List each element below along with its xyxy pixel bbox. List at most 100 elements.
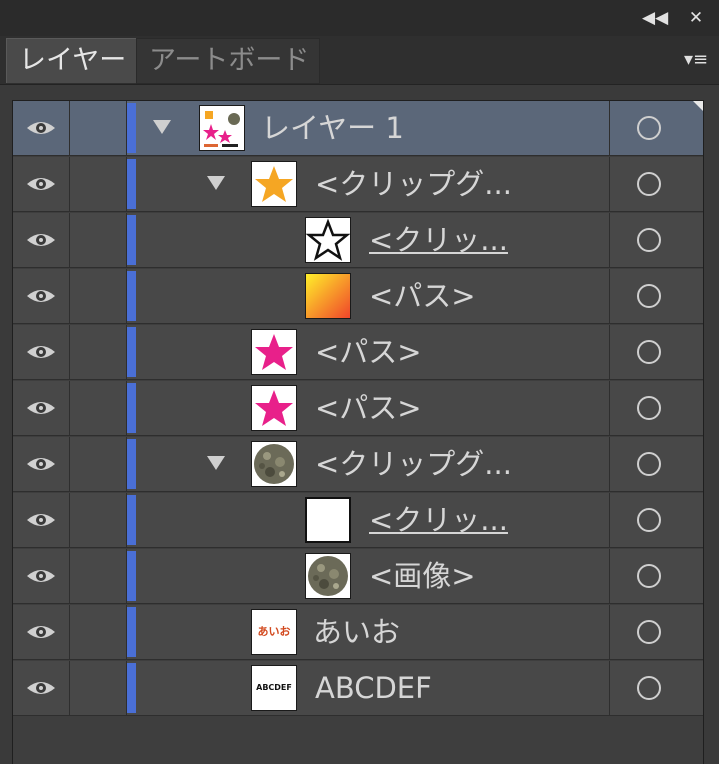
layer-name-cell[interactable]: あいお あいお [139,605,610,659]
target-circle-icon[interactable] [637,284,661,308]
lock-toggle[interactable] [70,661,127,715]
layer-name-cell[interactable]: <クリッ... [139,213,610,267]
white-rect-thumb [305,497,351,543]
expand-triangle-icon[interactable] [207,456,225,470]
visibility-toggle[interactable] [13,325,70,379]
layer-row[interactable]: <クリッ... [13,493,703,548]
eye-icon [27,682,55,694]
close-panel-icon[interactable]: ✕ [684,6,708,30]
star-outline-thumb [305,217,351,263]
texture-circle-thumb [251,441,297,487]
layer-row[interactable]: <パス> [13,269,703,324]
visibility-toggle[interactable] [13,493,70,547]
expand-triangle-icon[interactable] [153,120,171,134]
tab-artboards[interactable]: アートボード [136,38,320,84]
layer-row[interactable]: ABCDEF ABCDEF [13,661,703,716]
target-circle-icon[interactable] [637,172,661,196]
eye-icon [27,626,55,638]
target-circle-icon[interactable] [637,396,661,420]
target-cell[interactable] [610,325,703,379]
layer-color-bar [127,101,137,155]
visibility-toggle[interactable] [13,661,70,715]
star-orange-thumb [251,161,297,207]
visibility-toggle[interactable] [13,101,70,155]
lock-toggle[interactable] [70,157,127,211]
visibility-toggle[interactable] [13,213,70,267]
panel-menu-icon[interactable]: ▾≡ [679,46,713,74]
lock-toggle[interactable] [70,549,127,603]
target-cell[interactable] [610,101,703,155]
target-circle-icon[interactable] [637,508,661,532]
target-circle-icon[interactable] [637,676,661,700]
tab-layers[interactable]: レイヤー [6,38,142,83]
eye-icon [27,514,55,526]
layer-name: あいお [313,615,401,649]
target-cell[interactable] [610,437,703,491]
layer-row[interactable]: <パス> [13,325,703,380]
collapse-panel-icon[interactable]: ◀◀ [642,6,668,30]
layer-color-bar [127,325,137,379]
target-circle-icon[interactable] [637,452,661,476]
layer-color-bar [127,605,137,659]
visibility-toggle[interactable] [13,437,70,491]
expand-triangle-icon[interactable] [207,176,225,190]
layer-name: <クリップグ... [315,447,512,481]
target-circle-icon[interactable] [637,340,661,364]
lock-toggle[interactable] [70,213,127,267]
target-circle-icon[interactable] [637,228,661,252]
layer-name-cell[interactable]: レイヤー 1 [139,101,610,155]
layer-row[interactable]: <画像> [13,549,703,604]
layer-color-bar [127,213,137,267]
visibility-toggle[interactable] [13,605,70,659]
visibility-toggle[interactable] [13,269,70,323]
eye-icon [27,570,55,582]
lock-toggle[interactable] [70,269,127,323]
lock-toggle[interactable] [70,493,127,547]
target-cell[interactable] [610,493,703,547]
target-cell[interactable] [610,661,703,715]
target-cell[interactable] [610,157,703,211]
layer-name-cell[interactable]: <パス> [139,269,610,323]
layer-row[interactable]: <クリップグ... [13,437,703,492]
eye-icon [27,346,55,358]
eye-icon [27,402,55,414]
target-circle-icon[interactable] [637,564,661,588]
layer-color-bar [127,157,137,211]
eye-icon [27,290,55,302]
lock-toggle[interactable] [70,325,127,379]
star-magenta-thumb [251,329,297,375]
target-circle-icon[interactable] [637,116,661,140]
target-cell[interactable] [610,213,703,267]
layer-name: <パス> [315,335,422,369]
layer-row[interactable]: <パス> [13,381,703,436]
target-cell[interactable] [610,605,703,659]
lock-toggle[interactable] [70,605,127,659]
target-cell[interactable] [610,381,703,435]
target-circle-icon[interactable] [637,620,661,644]
layer-name-cell[interactable]: ABCDEF ABCDEF [139,661,610,715]
layer-name-cell[interactable]: <クリップグ... [139,157,610,211]
lock-toggle[interactable] [70,101,127,155]
lock-toggle[interactable] [70,437,127,491]
layer-name-cell[interactable]: <クリップグ... [139,437,610,491]
layer-row[interactable]: <クリップグ... [13,157,703,212]
eye-icon [27,122,55,134]
layer-name: ABCDEF [315,671,432,705]
layer-name-cell[interactable]: <クリッ... [139,493,610,547]
layer-row[interactable]: あいお あいお [13,605,703,660]
layer-row[interactable]: レイヤー 1 [13,101,703,156]
visibility-toggle[interactable] [13,381,70,435]
visibility-toggle[interactable] [13,157,70,211]
layer-name-cell[interactable]: <パス> [139,325,610,379]
layer-name-cell[interactable]: <画像> [139,549,610,603]
visibility-toggle[interactable] [13,549,70,603]
layer-thumb [199,105,245,151]
eye-icon [27,458,55,470]
layer-name-cell[interactable]: <パス> [139,381,610,435]
lock-toggle[interactable] [70,381,127,435]
selection-corner-icon [693,101,703,111]
gradient-thumb [305,273,351,319]
target-cell[interactable] [610,549,703,603]
layer-row[interactable]: <クリッ... [13,213,703,268]
target-cell[interactable] [610,269,703,323]
